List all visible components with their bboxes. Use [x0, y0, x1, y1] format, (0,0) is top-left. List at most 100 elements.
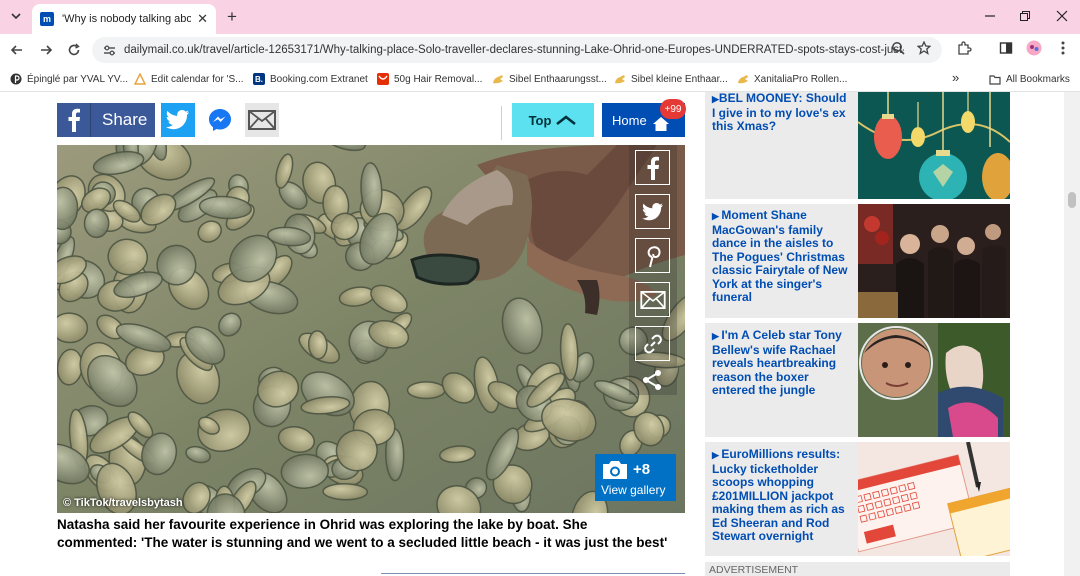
- story-headline[interactable]: ▶BEL MOONEY: Should I give in to my love…: [712, 92, 852, 134]
- aliexpress-icon: [377, 73, 389, 85]
- photo-share-rail: [629, 145, 677, 395]
- twitter-icon: [166, 110, 189, 130]
- site-info-icon[interactable]: [102, 43, 116, 57]
- profile-avatar-icon[interactable]: [1026, 40, 1042, 56]
- url-text: dailymail.co.uk/travel/article-12653171/…: [124, 44, 904, 56]
- story-line: ▶ Moment Shane: [712, 208, 807, 222]
- sidebar-story[interactable]: ▶BEL MOONEY: Should I give in to my love…: [705, 92, 1010, 199]
- bookmark-label: Sibel kleine Enthaar...: [631, 73, 728, 85]
- lake-swimmer-photo: [57, 145, 685, 513]
- facebook-icon: [57, 103, 91, 137]
- photo-pinterest-button[interactable]: [635, 238, 670, 273]
- bookmark-label: 50g Hair Removal...: [394, 73, 483, 85]
- messenger-icon: [209, 109, 231, 131]
- story-thumbnail[interactable]: [858, 323, 1010, 437]
- extensions-icon[interactable]: [956, 40, 972, 56]
- photo-facebook-button[interactable]: [635, 150, 670, 185]
- close-window-icon[interactable]: [1050, 6, 1074, 26]
- home-label: Home: [612, 112, 647, 128]
- active-tab[interactable]: m 'Why is nobody talking about t ✕: [32, 4, 216, 34]
- bookmark-label: Épinglé par YVAL YV...: [27, 73, 129, 85]
- email-share-button[interactable]: [245, 103, 279, 137]
- reload-icon[interactable]: [63, 39, 85, 61]
- restore-icon[interactable]: [1013, 6, 1037, 26]
- sidebar-story[interactable]: ▶ Moment Shane MacGowan's family dance i…: [705, 204, 1010, 318]
- twitter-share-button[interactable]: [161, 103, 195, 137]
- top-label: Top: [528, 112, 552, 128]
- bookmark-item[interactable]: Edit calendar for 'S...: [134, 72, 244, 86]
- page-scrollbar[interactable]: [1064, 92, 1080, 576]
- bookmark-label: Sibel Enthaarungsst...: [509, 73, 607, 85]
- all-bookmarks-label: All Bookmarks: [1006, 73, 1070, 85]
- address-bar[interactable]: dailymail.co.uk/travel/article-12653171/…: [92, 37, 942, 63]
- photo-copy-link-button[interactable]: [635, 326, 670, 361]
- caption-line: commented: 'The water is stunning and we…: [57, 535, 668, 550]
- messenger-share-button[interactable]: [203, 103, 237, 137]
- story-line: York at the singer's: [712, 276, 822, 291]
- photo-twitter-button[interactable]: [635, 194, 670, 229]
- scrollbar-thumb[interactable]: [1068, 192, 1076, 208]
- story-headline[interactable]: ▶ I'm A Celeb star Tony Bellew's wife Ra…: [712, 328, 852, 398]
- sidebar-story[interactable]: ▶ EuroMillions results: Lucky tickethold…: [705, 442, 1010, 556]
- story-line: reveals heartbreaking: [712, 356, 837, 370]
- triangle-icon: [134, 73, 146, 85]
- advertisement-label: ADVERTISEMENT: [705, 562, 1010, 576]
- tab-close-icon[interactable]: ✕: [197, 11, 208, 27]
- forward-icon[interactable]: [35, 39, 57, 61]
- menu-kebab-icon[interactable]: [1055, 40, 1071, 56]
- story-thumbnail[interactable]: [858, 204, 1010, 318]
- bookmark-item[interactable]: 50g Hair Removal...: [377, 72, 482, 86]
- sidebar-story[interactable]: ▶ I'm A Celeb star Tony Bellew's wife Ra…: [705, 323, 1010, 437]
- story-line: The Pogues' Christmas: [712, 249, 845, 264]
- bookmark-item[interactable]: XanitaliaPro Rollen...: [737, 72, 847, 86]
- camera-icon: [603, 461, 627, 479]
- story-line: Stewart overnight: [712, 529, 814, 543]
- more-bookmarks-icon[interactable]: »: [952, 70, 959, 85]
- facebook-share-label: Share: [102, 110, 148, 129]
- bookmark-item[interactable]: B. Booking.com Extranet: [253, 72, 368, 86]
- notification-badge: +99: [660, 99, 686, 119]
- story-headline[interactable]: ▶ EuroMillions results: Lucky tickethold…: [712, 447, 852, 544]
- bookmark-label: Booking.com Extranet: [270, 73, 368, 85]
- divider: [501, 106, 502, 140]
- tab-search-icon[interactable]: [6, 6, 26, 26]
- pinterest-icon: [10, 73, 22, 85]
- folder-icon: [989, 73, 1001, 85]
- envelope-icon: [248, 110, 276, 130]
- facebook-icon: [647, 156, 659, 180]
- new-tab-icon[interactable]: +: [222, 7, 242, 27]
- story-line: ▶ I'm A Celeb star Tony: [712, 328, 842, 342]
- article-photo[interactable]: © TikTok/travelsbytash: [57, 145, 685, 513]
- photo-email-button[interactable]: [635, 282, 670, 317]
- minimize-icon[interactable]: [978, 6, 1002, 26]
- back-to-top-button[interactable]: Top: [512, 103, 594, 137]
- story-line: £201MILLION jackpot: [712, 488, 834, 503]
- view-gallery-button[interactable]: +8 View gallery: [595, 454, 676, 501]
- story-thumbnail[interactable]: [858, 92, 1010, 199]
- gallery-label: View gallery: [601, 483, 666, 497]
- story-thumbnail[interactable]: [858, 442, 1010, 556]
- story-line: funeral: [712, 290, 753, 304]
- story-line: making them as rich as: [712, 502, 845, 516]
- bookmark-item[interactable]: Sibel Enthaarungsst...: [492, 72, 607, 86]
- bookmark-item[interactable]: Épinglé par YVAL YV...: [10, 72, 128, 86]
- browser-toolbar: dailymail.co.uk/travel/article-12653171/…: [0, 34, 1080, 66]
- hand-icon: [737, 73, 749, 85]
- christmas-baubles-image: [858, 92, 1010, 199]
- story-line: ▶BEL MOONEY: Should: [712, 92, 847, 105]
- zoom-icon[interactable]: [890, 40, 906, 56]
- story-line: MacGowan's family: [712, 222, 823, 237]
- caption-line: Natasha said her favourite experience in…: [57, 517, 588, 532]
- home-button[interactable]: Home +99: [602, 99, 686, 137]
- side-panel-icon[interactable]: [998, 40, 1014, 56]
- bookmark-item[interactable]: Sibel kleine Enthaar...: [614, 72, 728, 86]
- facebook-share-button[interactable]: Share: [57, 103, 155, 137]
- share-more-icon[interactable]: [641, 369, 665, 391]
- bookmark-star-icon[interactable]: [916, 40, 932, 56]
- all-bookmarks[interactable]: All Bookmarks: [989, 72, 1070, 86]
- story-line: scoops whopping: [712, 475, 814, 489]
- back-icon[interactable]: [6, 39, 28, 61]
- story-line: I give in to my love's ex: [712, 105, 846, 120]
- chevron-up-icon: [556, 115, 577, 126]
- story-headline[interactable]: ▶ Moment Shane MacGowan's family dance i…: [712, 208, 852, 305]
